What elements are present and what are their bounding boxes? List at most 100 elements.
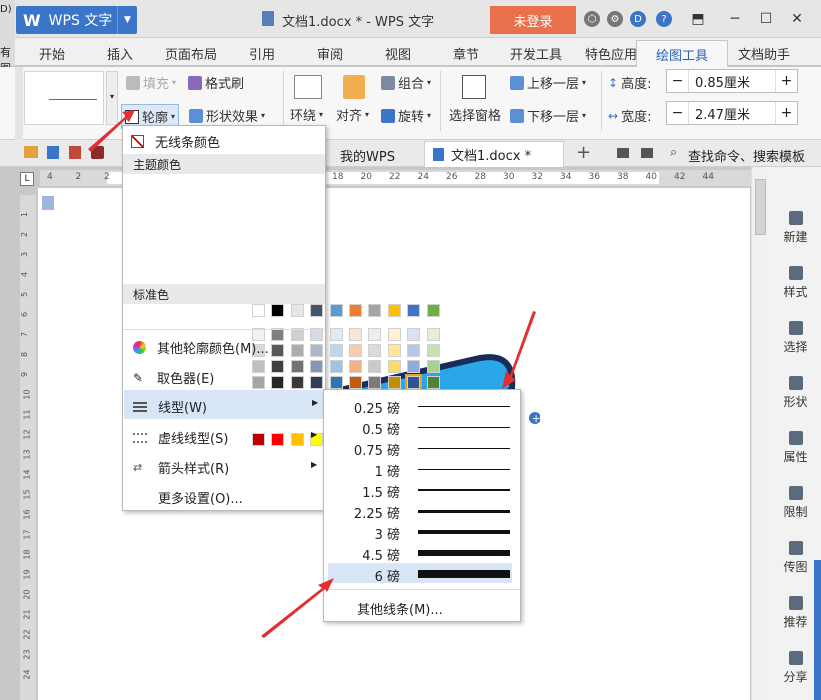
minimize-icon[interactable]: ─: [723, 8, 747, 30]
theme-shade-swatch[interactable]: [310, 376, 324, 389]
fullscreen-icon[interactable]: [641, 148, 653, 158]
theme-shade-swatch[interactable]: [407, 360, 421, 373]
theme-color-swatch[interactable]: [290, 304, 304, 317]
theme-shade-swatch[interactable]: [252, 360, 265, 373]
theme-shade-swatch[interactable]: [271, 344, 285, 357]
search-input[interactable]: 查找命令、搜索模板: [688, 146, 805, 165]
theme-shade-swatch[interactable]: [310, 344, 324, 357]
height-input[interactable]: 0.85厘米: [689, 72, 775, 91]
app-menu-button[interactable]: W WPS 文字 ▼: [16, 6, 137, 34]
theme-shade-swatch[interactable]: [426, 376, 440, 389]
theme-shade-swatch[interactable]: [329, 376, 343, 389]
dash-type-item[interactable]: 虚线线型(S) ▶: [133, 428, 317, 447]
open-folder-icon[interactable]: [24, 146, 38, 158]
theme-shade-swatch[interactable]: [329, 360, 343, 373]
save-icon[interactable]: [47, 146, 59, 159]
height-spinner[interactable]: − 0.85厘米 +: [666, 69, 798, 93]
theme-shade-swatch[interactable]: [310, 360, 324, 373]
theme-shade-swatch[interactable]: [387, 328, 401, 341]
theme-shade-swatch[interactable]: [368, 344, 382, 357]
more-outline-colors-item[interactable]: 其他轮廓颜色(M)...: [133, 338, 269, 357]
width-spinner[interactable]: − 2.47厘米 +: [666, 101, 798, 125]
theme-shade-swatch[interactable]: [407, 344, 421, 357]
chevron-down-icon[interactable]: ▼: [117, 6, 137, 34]
more-lines-item[interactable]: 其他线条(M)...: [357, 599, 443, 618]
tab-special[interactable]: 特色应用: [585, 44, 637, 63]
line-weight-item[interactable]: 2.25 磅: [330, 501, 512, 522]
theme-color-swatch[interactable]: [407, 304, 421, 317]
standard-color-swatch[interactable]: [290, 433, 304, 446]
ribbon-scroll-left[interactable]: [15, 67, 23, 140]
standard-color-swatch[interactable]: [271, 433, 285, 446]
no-line-color-item[interactable]: 无线条颜色: [131, 132, 220, 151]
panel-shape[interactable]: 形状: [769, 376, 821, 410]
panel-style[interactable]: 样式: [769, 266, 821, 300]
theme-shade-swatch[interactable]: [349, 344, 362, 357]
line-weight-item[interactable]: 0.5 磅: [330, 417, 512, 438]
close-icon[interactable]: ✕: [785, 8, 809, 30]
new-tab-icon[interactable]: +: [576, 142, 591, 163]
gallery-more-icon[interactable]: ▾: [106, 71, 118, 125]
panel-properties[interactable]: 属性: [769, 431, 821, 465]
window-list-icon[interactable]: [617, 148, 629, 158]
theme-shade-swatch[interactable]: [290, 344, 304, 357]
restore-icon[interactable]: ⬒: [686, 8, 710, 30]
panel-select[interactable]: 选择: [769, 321, 821, 355]
align-button[interactable]: 对齐 ▾: [336, 105, 369, 124]
line-weight-item[interactable]: 0.75 磅: [330, 438, 512, 459]
theme-color-swatch[interactable]: [252, 304, 265, 317]
width-decrease-button[interactable]: −: [667, 102, 689, 124]
theme-color-swatch[interactable]: [329, 304, 343, 317]
theme-shade-swatch[interactable]: [368, 328, 382, 341]
tab-page-layout[interactable]: 页面布局: [165, 44, 217, 63]
selection-pane-button[interactable]: 选择窗格: [449, 105, 501, 124]
standard-color-swatch[interactable]: [252, 433, 265, 446]
login-button[interactable]: 未登录: [490, 6, 576, 34]
vertical-scrollbar[interactable]: [751, 167, 769, 700]
theme-shade-swatch[interactable]: [271, 360, 285, 373]
format-brush-button[interactable]: 格式刷: [188, 73, 244, 92]
line-weight-item[interactable]: 1.5 磅: [330, 480, 512, 501]
scrollbar-thumb[interactable]: [755, 179, 766, 235]
theme-shade-swatch[interactable]: [252, 376, 265, 389]
width-input[interactable]: 2.47厘米: [689, 104, 775, 123]
line-weight-item[interactable]: 4.5 磅: [330, 543, 512, 564]
height-decrease-button[interactable]: −: [667, 70, 689, 92]
document-tab[interactable]: 文档1.docx *: [424, 141, 564, 167]
theme-shade-swatch[interactable]: [368, 360, 382, 373]
more-settings-item[interactable]: 更多设置(O)...: [158, 488, 243, 507]
theme-shade-swatch[interactable]: [329, 328, 343, 341]
panel-new[interactable]: 新建: [769, 211, 821, 245]
theme-shade-swatch[interactable]: [407, 328, 421, 341]
theme-color-swatch[interactable]: [349, 304, 362, 317]
print-icon[interactable]: [91, 146, 104, 159]
tab-review[interactable]: 审阅: [317, 44, 343, 63]
line-weight-item[interactable]: 1 磅: [330, 459, 512, 480]
theme-shade-swatch[interactable]: [329, 344, 343, 357]
theme-color-swatch[interactable]: [310, 304, 324, 317]
theme-shade-swatch[interactable]: [387, 344, 401, 357]
group-button[interactable]: 组合 ▾: [381, 73, 431, 92]
theme-shade-swatch[interactable]: [426, 328, 440, 341]
theme-shade-swatch[interactable]: [405, 374, 423, 391]
tab-section[interactable]: 章节: [453, 44, 479, 63]
help-icon[interactable]: ?: [656, 11, 672, 27]
tab-stop-selector[interactable]: L: [20, 172, 34, 186]
height-increase-button[interactable]: +: [775, 70, 797, 92]
settings-icon[interactable]: ⚙: [607, 11, 623, 27]
theme-shade-swatch[interactable]: [349, 328, 362, 341]
width-increase-button[interactable]: +: [775, 102, 797, 124]
line-weight-item[interactable]: 6 磅: [330, 564, 512, 585]
shape-style-gallery[interactable]: [24, 71, 104, 125]
theme-shade-swatch[interactable]: [368, 376, 382, 389]
bring-forward-button[interactable]: 上移一层 ▾: [510, 73, 586, 92]
send-backward-button[interactable]: 下移一层 ▾: [510, 106, 586, 125]
tab-developer[interactable]: 开发工具: [510, 44, 562, 63]
fill-button[interactable]: 填充 ▾: [126, 73, 176, 92]
tab-doc-assistant[interactable]: 文档助手: [738, 44, 790, 63]
theme-shade-swatch[interactable]: [290, 360, 304, 373]
theme-color-swatch[interactable]: [426, 304, 440, 317]
theme-color-swatch[interactable]: [387, 304, 401, 317]
panel-restrict[interactable]: 限制: [769, 486, 821, 520]
theme-shade-swatch[interactable]: [426, 344, 440, 357]
